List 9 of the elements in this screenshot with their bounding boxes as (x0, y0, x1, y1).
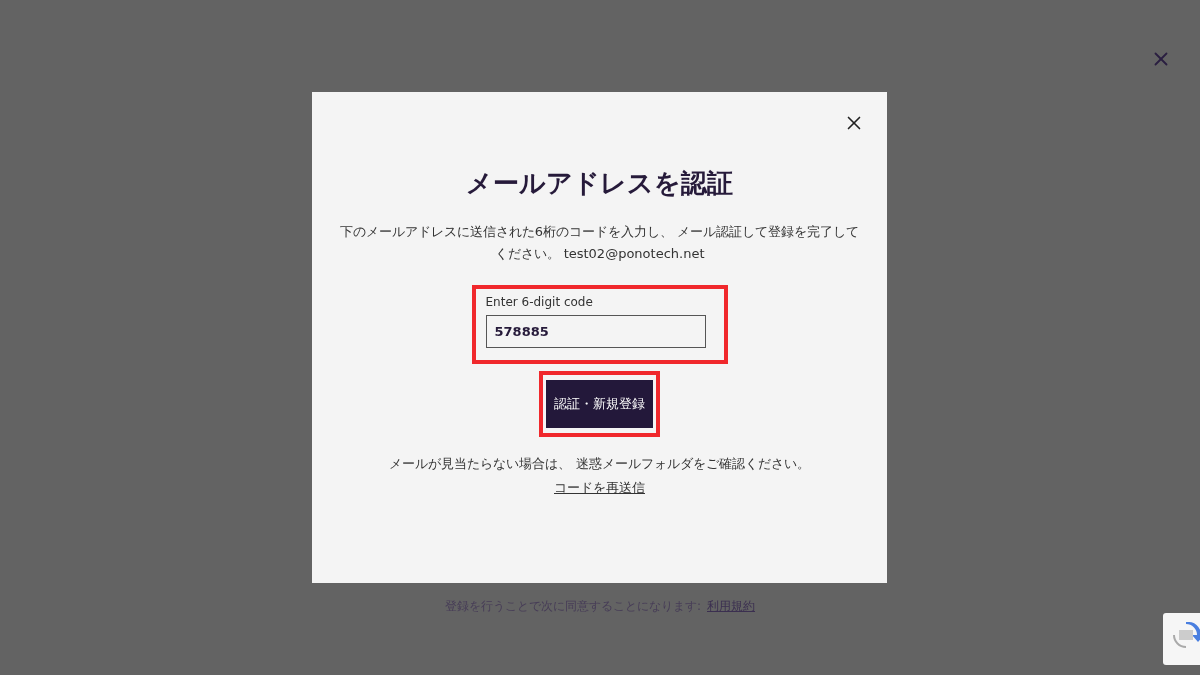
recaptcha-badge[interactable] (1163, 613, 1200, 665)
spam-folder-note: メールが見当たらない場合は、 迷惑メールフォルダをご確認ください。 (389, 455, 810, 473)
verify-register-button[interactable]: 認証・新規登録 (546, 380, 653, 428)
code-input-field[interactable]: 578885 (485, 315, 706, 348)
field-label: Enter 6-digit code (485, 295, 594, 309)
dialog-title: メールアドレスを認証 (466, 167, 733, 200)
resend-code-link[interactable]: コードを再送信 (554, 479, 645, 497)
dialog-description: 下のメールアドレスに送信された6桁のコードを入力し、 メール認証して登録を完了してください。 test02@ponotech.net (339, 223, 860, 263)
recaptcha-icon (1171, 622, 1200, 648)
